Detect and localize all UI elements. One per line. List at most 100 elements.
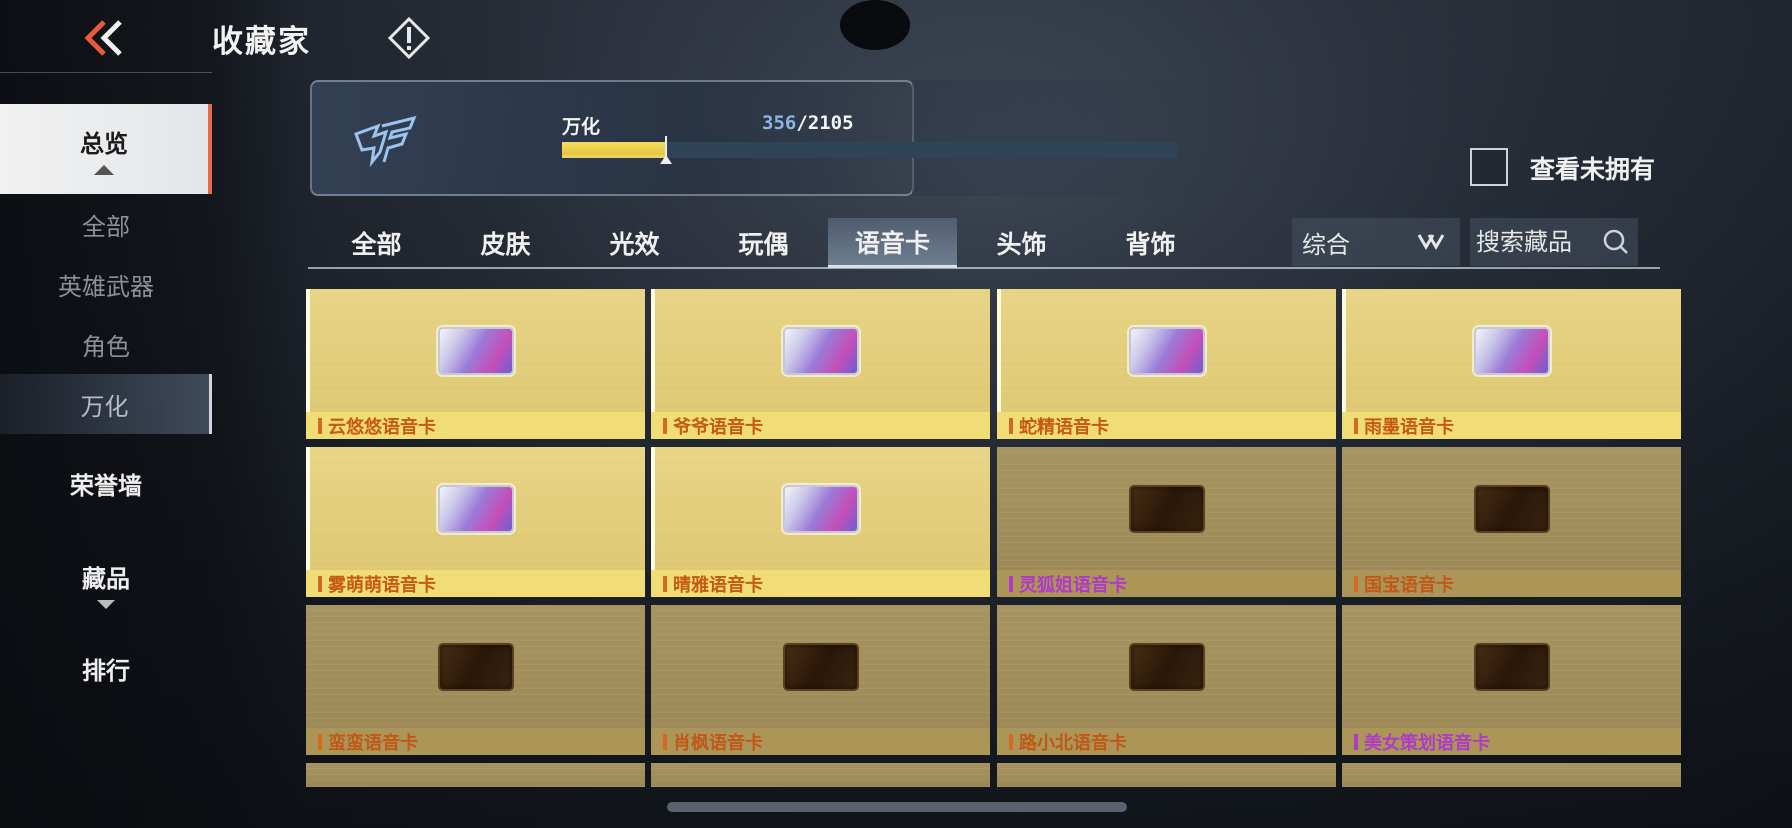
scroll-indicator[interactable] bbox=[667, 802, 1127, 812]
voice-card-thumbnail bbox=[437, 485, 514, 533]
voice-card-item[interactable]: 灵狐姐语音卡 bbox=[997, 447, 1336, 597]
nav-overview[interactable]: 总览 bbox=[0, 104, 212, 194]
tab-divider bbox=[308, 267, 1660, 269]
voice-card-item[interactable]: 路小北语音卡 bbox=[997, 605, 1336, 755]
rarity-marker bbox=[1009, 733, 1013, 750]
voice-card-item[interactable]: 云悠悠语音卡 bbox=[306, 289, 645, 439]
search-box bbox=[1470, 218, 1638, 266]
nav-ranking-label: 排行 bbox=[82, 657, 130, 685]
nav-overview-label: 总览 bbox=[80, 129, 128, 158]
card-name: 雾萌萌语音卡 bbox=[328, 574, 436, 596]
nav-sub-wanhua[interactable]: 万化 bbox=[0, 374, 212, 434]
nav-collection[interactable]: 藏品 bbox=[0, 559, 212, 609]
page-title: 收藏家 bbox=[212, 24, 311, 60]
tab-backwear[interactable]: 背饰 bbox=[1086, 218, 1215, 268]
rarity-marker bbox=[318, 417, 322, 434]
sort-dropdown[interactable]: 综合 bbox=[1292, 218, 1460, 266]
card-name-bar: 美女策划语音卡 bbox=[1342, 728, 1681, 755]
nav-honor-wall[interactable]: 荣誉墙 bbox=[0, 466, 212, 501]
card-name-bar: 肖枫语音卡 bbox=[651, 728, 990, 755]
card-name: 云悠悠语音卡 bbox=[328, 416, 436, 438]
expand-up-icon bbox=[94, 164, 114, 175]
nav-collection-label: 藏品 bbox=[82, 565, 130, 593]
progress-total: /2105 bbox=[796, 112, 854, 134]
nav-ranking[interactable]: 排行 bbox=[0, 651, 212, 686]
progress-count: 356/2105 bbox=[762, 112, 854, 134]
card-name: 蛮蛮语音卡 bbox=[328, 732, 418, 754]
info-button[interactable] bbox=[387, 16, 431, 60]
voice-card-item[interactable]: 蛮蛮语音卡 bbox=[306, 605, 645, 755]
voice-card-item[interactable]: 雨墨语音卡 bbox=[1342, 289, 1681, 439]
voice-card-locked-thumbnail bbox=[782, 643, 859, 691]
card-name: 雨墨语音卡 bbox=[1364, 416, 1454, 438]
wanhua-logo-icon bbox=[352, 112, 422, 168]
search-input[interactable] bbox=[1476, 228, 1596, 256]
back-button[interactable] bbox=[80, 18, 130, 58]
voice-card-item[interactable]: 国宝语音卡 bbox=[1342, 447, 1681, 597]
card-name: 灵狐姐语音卡 bbox=[1019, 574, 1127, 596]
nav-sub-label: 英雄武器 bbox=[58, 272, 154, 301]
unowned-checkbox-label[interactable]: 查看未拥有 bbox=[1530, 150, 1655, 186]
unowned-checkbox[interactable] bbox=[1470, 148, 1508, 186]
progress-panel-fade bbox=[912, 80, 1242, 196]
double-chevron-down-icon bbox=[1417, 234, 1445, 250]
card-name: 美女策划语音卡 bbox=[1364, 732, 1490, 754]
nav-sub-all[interactable]: 全部 bbox=[0, 194, 212, 254]
rarity-marker bbox=[1009, 575, 1013, 592]
exclamation-diamond-icon bbox=[387, 16, 431, 60]
sidebar: 总览 全部 英雄武器 角色 万化 荣誉墙 藏品 排行 bbox=[0, 104, 212, 686]
rarity-marker bbox=[663, 417, 667, 434]
expand-down-icon bbox=[97, 600, 115, 609]
voice-card-locked-thumbnail bbox=[1128, 643, 1205, 691]
category-tabs: 全部 皮肤 光效 玩偶 语音卡 头饰 背饰 bbox=[312, 218, 1215, 268]
voice-card-item[interactable]: 肖枫语音卡 bbox=[651, 605, 990, 755]
tab-headwear[interactable]: 头饰 bbox=[957, 218, 1086, 268]
voice-card-locked-thumbnail bbox=[1473, 485, 1550, 533]
card-name-bar: 路小北语音卡 bbox=[997, 728, 1336, 755]
progress-label: 万化 bbox=[562, 116, 601, 138]
rarity-marker bbox=[1354, 575, 1358, 592]
rarity-marker bbox=[663, 733, 667, 750]
card-name-bar: 蛇精语音卡 bbox=[997, 412, 1336, 439]
voice-card-item[interactable]: 美女策划语音卡 bbox=[1342, 605, 1681, 755]
tab-dolls[interactable]: 玩偶 bbox=[699, 218, 828, 268]
voice-card-thumbnail bbox=[782, 327, 859, 375]
voice-card-item[interactable]: 雾萌萌语音卡 bbox=[306, 447, 645, 597]
voice-card-item[interactable]: 晴雅语音卡 bbox=[651, 447, 990, 597]
nav-sub-hero-weapons[interactable]: 英雄武器 bbox=[0, 254, 212, 314]
progress-current: 356 bbox=[762, 112, 797, 134]
voice-card-item-partial[interactable] bbox=[997, 763, 1336, 787]
top-divider bbox=[0, 72, 212, 73]
voice-card-thumbnail bbox=[1128, 327, 1205, 375]
nav-sub-label: 全部 bbox=[82, 212, 130, 241]
voice-card-locked-thumbnail bbox=[1473, 643, 1550, 691]
rarity-marker bbox=[1354, 733, 1358, 750]
tab-all[interactable]: 全部 bbox=[312, 218, 441, 268]
card-name-bar: 晴雅语音卡 bbox=[651, 570, 990, 597]
voice-card-item[interactable]: 蛇精语音卡 bbox=[997, 289, 1336, 439]
nav-sub-characters[interactable]: 角色 bbox=[0, 314, 212, 374]
card-name-bar: 灵狐姐语音卡 bbox=[997, 570, 1336, 597]
card-name-bar: 雾萌萌语音卡 bbox=[306, 570, 645, 597]
progress-marker-triangle bbox=[659, 155, 672, 164]
rarity-marker bbox=[318, 575, 322, 592]
rarity-marker bbox=[1354, 417, 1358, 434]
voice-card-item-partial[interactable] bbox=[651, 763, 990, 787]
progress-bar bbox=[562, 136, 1177, 164]
tab-effects[interactable]: 光效 bbox=[570, 218, 699, 268]
voice-card-item-partial[interactable] bbox=[1342, 763, 1681, 787]
card-name-bar: 蛮蛮语音卡 bbox=[306, 728, 645, 755]
rarity-marker bbox=[663, 575, 667, 592]
voice-card-thumbnail bbox=[782, 485, 859, 533]
tab-skins[interactable]: 皮肤 bbox=[441, 218, 570, 268]
search-icon[interactable] bbox=[1602, 228, 1630, 256]
voice-card-item[interactable]: 爷爷语音卡 bbox=[651, 289, 990, 439]
tab-voice-cards[interactable]: 语音卡 bbox=[828, 218, 957, 268]
voice-card-item-partial[interactable] bbox=[306, 763, 645, 787]
card-name-bar: 云悠悠语音卡 bbox=[306, 412, 645, 439]
voice-card-locked-thumbnail bbox=[1128, 485, 1205, 533]
card-name: 肖枫语音卡 bbox=[673, 732, 763, 754]
sort-value: 综合 bbox=[1302, 230, 1350, 259]
